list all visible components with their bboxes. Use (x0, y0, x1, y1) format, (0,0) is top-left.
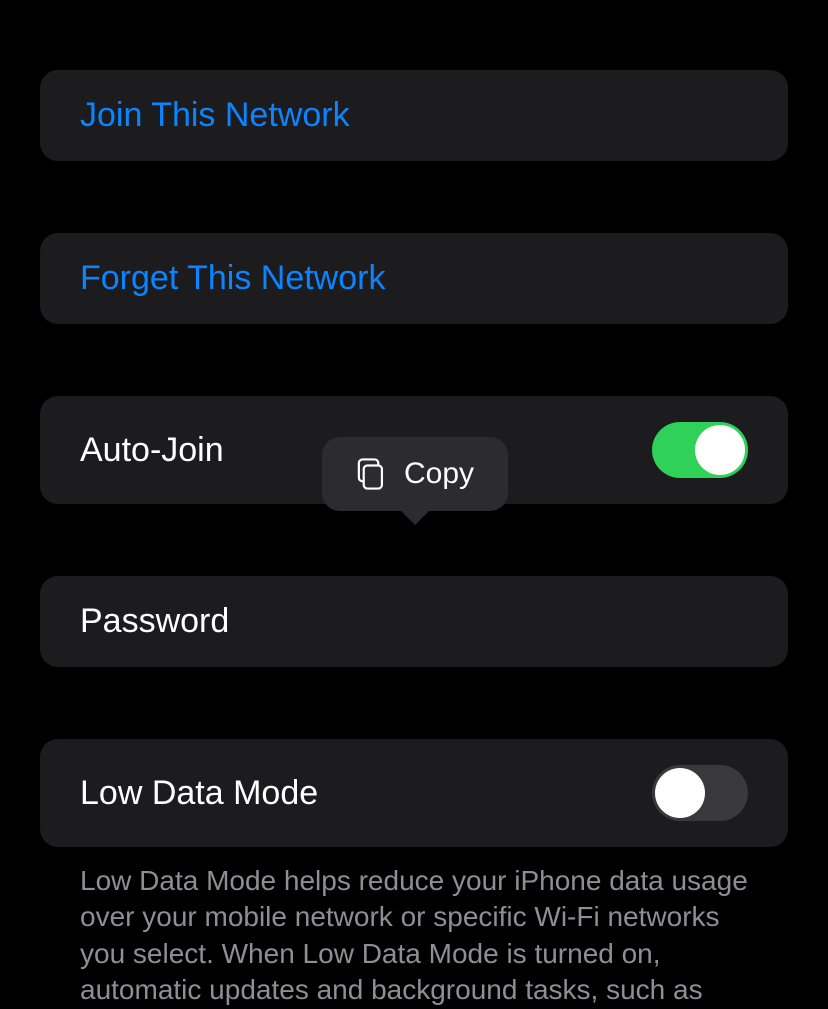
copy-label: Copy (404, 457, 474, 491)
forget-network-button[interactable]: Forget This Network (40, 233, 788, 324)
join-network-button[interactable]: Join This Network (40, 70, 788, 161)
join-network-label: Join This Network (80, 96, 350, 135)
low-data-mode-row: Low Data Mode (40, 739, 788, 847)
toggle-knob (655, 768, 705, 818)
auto-join-toggle[interactable] (652, 422, 748, 478)
forget-network-label: Forget This Network (80, 259, 385, 298)
low-data-mode-description: Low Data Mode helps reduce your iPhone d… (40, 847, 788, 1009)
copy-icon (356, 457, 386, 491)
auto-join-label: Auto-Join (80, 431, 224, 470)
low-data-mode-toggle[interactable] (652, 765, 748, 821)
password-row[interactable]: Password (40, 576, 788, 667)
copy-popover[interactable]: Copy (322, 437, 508, 511)
low-data-mode-label: Low Data Mode (80, 774, 318, 813)
toggle-knob (695, 425, 745, 475)
password-label: Password (80, 602, 229, 641)
